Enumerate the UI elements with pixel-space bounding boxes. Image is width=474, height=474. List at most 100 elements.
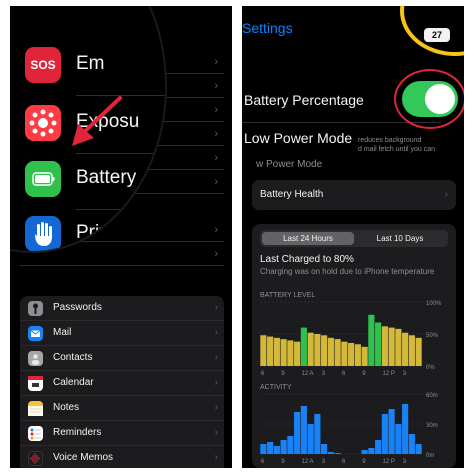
x-tick-label: 3 [322, 459, 326, 465]
chart-bar [294, 412, 301, 454]
segment-last-10-days[interactable]: Last 10 Days [354, 232, 446, 245]
app-row-voice-memos[interactable]: Voice Memos › [20, 446, 224, 468]
chart-bar [381, 414, 388, 454]
settings-item-battery[interactable]: Battery [10, 155, 165, 209]
chevron-right-icon: › [214, 452, 218, 463]
chart-bar [388, 409, 395, 454]
hand-icon [25, 216, 61, 251]
chevron-right-icon: › [214, 176, 218, 188]
chart-bar [395, 424, 402, 454]
x-tick-label: 6 [261, 459, 265, 465]
chart-bar [267, 442, 274, 454]
x-tick-label: 6 [342, 371, 346, 377]
time-range-segmented-control: Last 24 Hours Last 10 Days [260, 230, 448, 247]
x-tick-label: 9 [362, 371, 366, 377]
chart-bar [327, 337, 334, 366]
chart-bar [381, 326, 388, 366]
key-icon [28, 301, 43, 316]
mail-icon [28, 326, 43, 341]
x-tick-label: 12 P [383, 371, 395, 377]
chevron-right-icon: › [214, 224, 218, 236]
chart-bar [341, 341, 348, 366]
exposure-icon [25, 105, 61, 141]
app-row-notes[interactable]: Notes › [20, 396, 224, 421]
chart-bar [307, 332, 314, 366]
y-tick-label: 50% [426, 333, 439, 339]
chevron-right-icon: › [214, 56, 218, 68]
settings-item-privacy[interactable]: Privacy [10, 210, 165, 251]
chart-bar [314, 414, 321, 454]
screenshot-stage: Settings › › › › › › › › Passwords › Mai… [0, 0, 474, 474]
chevron-right-icon: › [214, 327, 218, 338]
back-button[interactable]: Settings [242, 20, 293, 36]
battery-health-row[interactable]: Battery Health › [252, 180, 456, 210]
segment-last-24-hours[interactable]: Last 24 Hours [262, 232, 354, 245]
chevron-right-icon: › [214, 248, 218, 260]
x-tick-label: 6 [261, 371, 265, 377]
chevron-right-icon: › [214, 402, 218, 413]
chevron-right-icon: › [444, 189, 448, 200]
x-tick-label: 6 [342, 459, 346, 465]
contacts-icon [28, 351, 43, 366]
y-tick-label: 30m [426, 423, 438, 429]
chart-bar [361, 450, 368, 454]
chart-bar [327, 452, 334, 454]
chart-bar [354, 344, 361, 366]
chart-bar [294, 341, 301, 366]
notes-icon [28, 401, 43, 416]
chart-bar [415, 444, 422, 454]
app-row-contacts[interactable]: Contacts › [20, 346, 224, 371]
low-power-label-fragment: w Power Mode [256, 159, 323, 170]
app-row-mail[interactable]: Mail › [20, 321, 224, 346]
chevron-right-icon: › [214, 80, 218, 92]
chart-bar [402, 404, 409, 454]
battery-level-chart: 100% 50% 0% 6 9 12 A 3 6 9 12 P 3 [260, 301, 442, 377]
y-tick-label: 0% [426, 365, 435, 371]
chart-bar [408, 434, 415, 454]
x-tick-label: 9 [281, 371, 285, 377]
app-row-calendar[interactable]: Calendar › [20, 371, 224, 396]
app-row-passwords[interactable]: Passwords › [20, 296, 224, 321]
chart-bar [334, 453, 341, 454]
chart-bar [348, 342, 355, 366]
x-tick-label: 12 A [302, 459, 314, 465]
chart-bar [321, 335, 328, 366]
highlight-ring-red [394, 69, 464, 129]
chart-bar [280, 339, 287, 366]
chart-bar [388, 327, 395, 366]
battery-settings-screen: Settings ry 27 Battery Percentage Low Po… [242, 6, 464, 468]
chart-bar [287, 340, 294, 366]
chart-bar [408, 335, 415, 366]
chart-bar [321, 444, 328, 454]
chart-bar [415, 337, 422, 366]
chart-bar [368, 448, 375, 454]
x-tick-label: 3 [403, 459, 407, 465]
activity-label: ACTIVITY [260, 384, 292, 391]
chart-bar [402, 332, 409, 366]
last-charged-title: Last Charged to 80% [260, 254, 354, 265]
x-tick-label: 12 P [383, 459, 395, 465]
low-power-mode-label: Low Power Mode [244, 130, 353, 146]
chart-bar [307, 424, 314, 454]
chart-bar [395, 328, 402, 366]
chart-bar [273, 337, 280, 366]
chart-bar [314, 334, 321, 366]
chart-bar [300, 406, 307, 454]
chart-bar [368, 314, 375, 366]
battery-level-label: BATTERY LEVEL [260, 292, 316, 299]
chart-bar [375, 322, 382, 366]
app-row-reminders[interactable]: Reminders › [20, 421, 224, 446]
y-tick-label: 0m [426, 453, 434, 459]
calendar-icon [28, 376, 43, 391]
x-tick-label: 12 A [302, 371, 314, 377]
battery-usage-card: Last 24 Hours Last 10 Days Last Charged … [252, 224, 456, 468]
settings-item-emergency-sos[interactable]: SOS Em [10, 33, 165, 87]
settings-screen: Settings › › › › › › › › Passwords › Mai… [10, 6, 232, 468]
chevron-right-icon: › [214, 427, 218, 438]
chart-bar [260, 335, 267, 366]
chart-bar [260, 444, 267, 454]
chevron-right-icon: › [214, 104, 218, 116]
chevron-right-icon: › [214, 128, 218, 140]
battery-percentage-badge: 27 [424, 28, 450, 42]
x-tick-label: 9 [362, 459, 366, 465]
